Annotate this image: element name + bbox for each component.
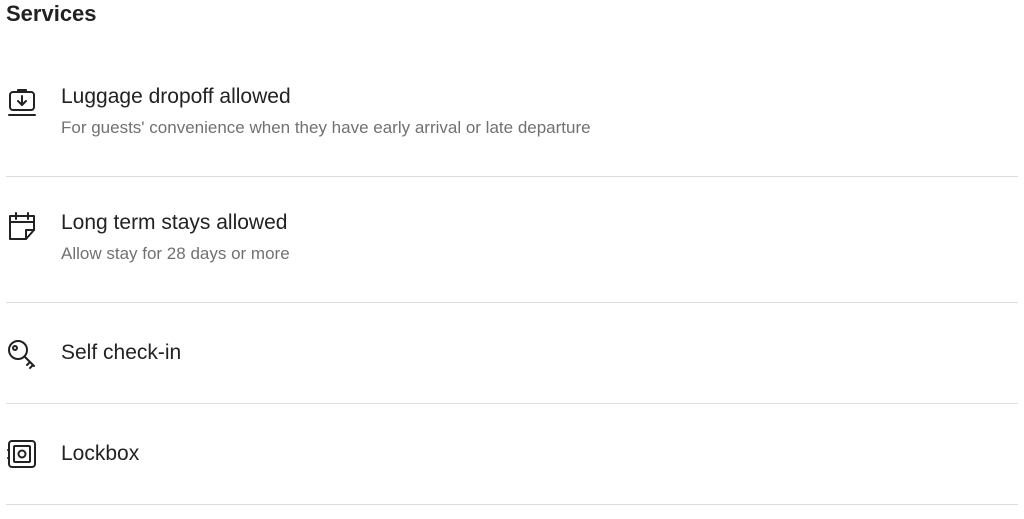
divider	[6, 176, 1018, 177]
divider	[6, 302, 1018, 303]
service-description: For guests' convenience when they have e…	[61, 118, 591, 137]
service-label: Self check-in	[61, 341, 182, 364]
divider	[6, 504, 1018, 505]
service-item-lockbox: Lockbox	[6, 438, 1018, 473]
key-icon	[6, 338, 38, 370]
service-label: Lockbox	[61, 442, 140, 465]
service-label: Luggage dropoff allowed	[61, 85, 291, 108]
service-item-self-check-in: Self check-in	[6, 340, 1018, 372]
service-item-luggage-dropoff: Luggage dropoff allowed For guests' conv…	[6, 84, 1018, 144]
lockbox-icon	[6, 438, 38, 470]
divider	[6, 403, 1018, 404]
calendar-icon	[6, 210, 38, 242]
service-item-long-term-stays: Long term stays allowed Allow stay for 2…	[6, 210, 1018, 270]
luggage-dropoff-icon	[6, 86, 38, 118]
section-title: Services	[6, 1, 97, 26]
service-label: Long term stays allowed	[61, 211, 288, 234]
services-section: Services Luggage dropoff allowed For gue…	[0, 0, 1024, 519]
service-description: Allow stay for 28 days or more	[61, 244, 290, 263]
